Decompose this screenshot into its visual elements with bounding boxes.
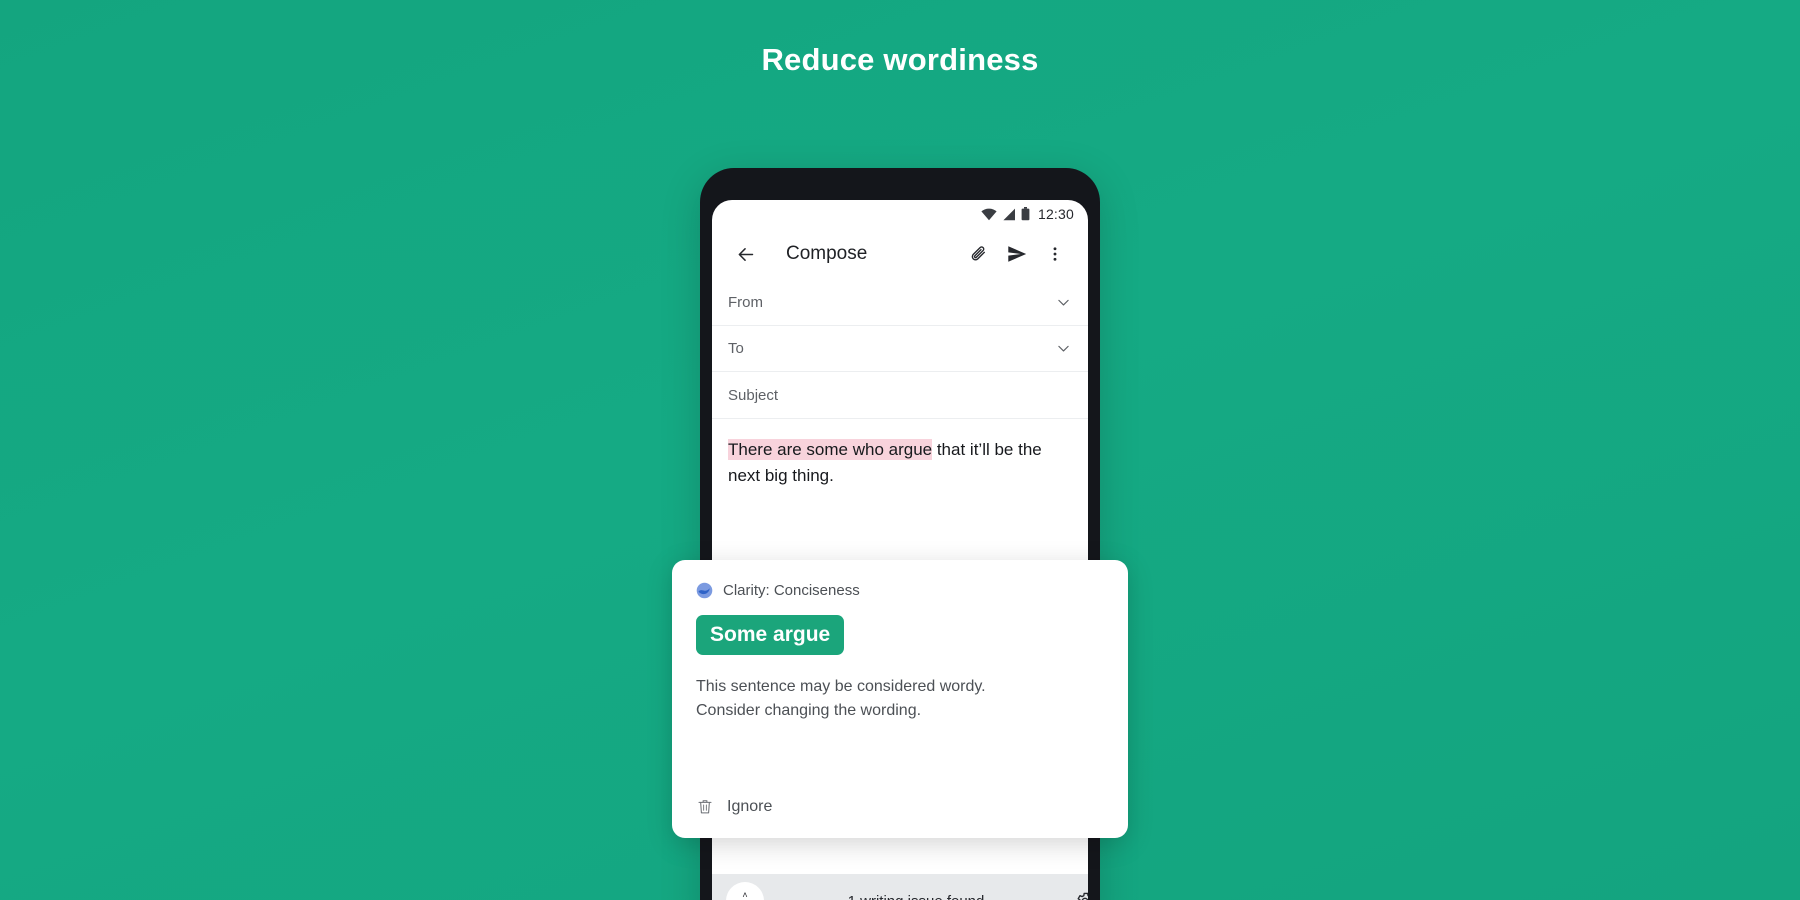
wifi-icon (981, 208, 997, 220)
from-field[interactable]: From (712, 280, 1088, 326)
ignore-label: Ignore (727, 797, 773, 815)
back-arrow-icon (738, 247, 753, 261)
send-icon (1008, 246, 1027, 262)
battery-icon (1021, 207, 1030, 221)
flagged-text[interactable]: There are some who argue (728, 439, 933, 460)
send-button[interactable] (998, 235, 1036, 273)
from-label: From (728, 294, 763, 311)
writing-status-bar: ˄ ABC 1 writing issue found (712, 874, 1088, 900)
email-body[interactable]: There are some who argue that it’ll be t… (712, 419, 1088, 490)
suggestion-category-label: Clarity: Conciseness (723, 582, 860, 599)
suggestion-card: Clarity: Conciseness Some argue This sen… (672, 560, 1128, 838)
overflow-menu-button[interactable] (1036, 235, 1074, 273)
paperclip-icon (971, 245, 985, 260)
caret-up-icon: ˄ (742, 889, 748, 900)
keyboard-badge[interactable]: ˄ ABC (726, 882, 764, 900)
explanation-line-2: Consider changing the wording. (696, 702, 922, 720)
replacement-chip[interactable]: Some argue (696, 615, 845, 656)
chevron-down-icon[interactable] (1055, 294, 1072, 311)
settings-button[interactable] (1068, 884, 1088, 900)
trash-icon (698, 800, 712, 814)
gear-icon (1077, 892, 1088, 900)
clarity-icon (696, 582, 713, 599)
promo-screenshot: Reduce wordiness 12:30 Compose From To S… (0, 0, 1800, 900)
chevron-down-icon[interactable] (1055, 340, 1072, 357)
page-title: Reduce wordiness (761, 42, 1039, 77)
explanation-line-1: This sentence may be considered wordy. (696, 678, 986, 696)
app-bar-title: Compose (786, 243, 868, 264)
subject-label: Subject (728, 386, 779, 404)
compose-app-bar: Compose (712, 228, 1088, 280)
cellular-signal-icon (1003, 208, 1015, 220)
subject-field[interactable]: Subject (712, 372, 1088, 419)
status-bar-clock: 12:30 (1037, 206, 1074, 222)
to-field[interactable]: To (712, 326, 1088, 372)
ignore-button[interactable]: Ignore (696, 797, 772, 816)
to-label: To (728, 340, 744, 357)
attach-button[interactable] (960, 235, 998, 273)
issue-count-text: 1 writing issue found (764, 893, 1068, 900)
status-bar: 12:30 (712, 200, 1088, 228)
suggestion-explanation: This sentence may be considered wordy. C… (696, 675, 1104, 723)
more-vertical-icon (1053, 247, 1057, 261)
suggestion-category-row: Clarity: Conciseness (696, 582, 1104, 599)
back-button[interactable] (726, 235, 764, 273)
